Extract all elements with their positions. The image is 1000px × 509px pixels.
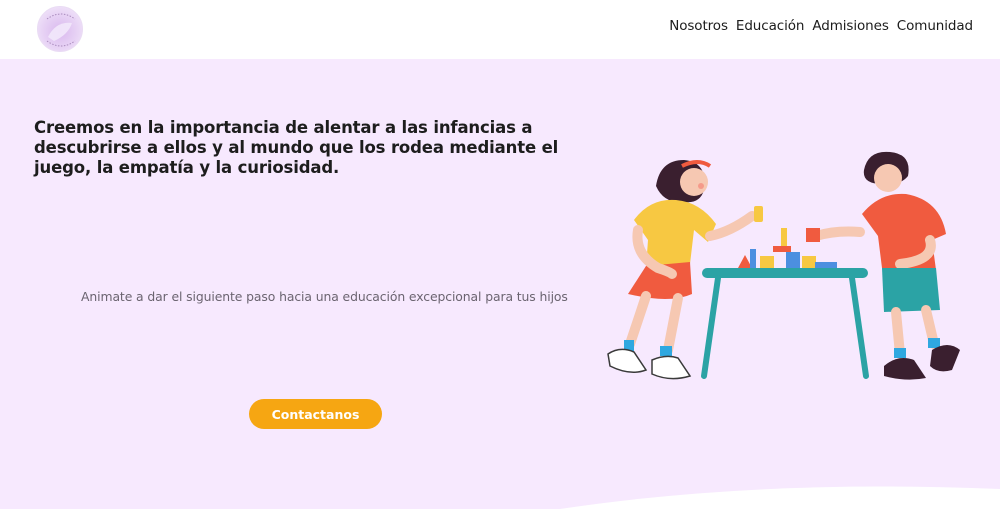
nav-item-admisiones[interactable]: Admisiones xyxy=(812,18,889,34)
hero-section: Creemos en la importancia de alentar a l… xyxy=(0,59,1000,509)
children-playing-blocks-illustration xyxy=(607,151,960,380)
hero-headline: Creemos en la importancia de alentar a l… xyxy=(34,118,559,177)
main-nav: Nosotros Educación Admisiones Comunidad xyxy=(669,18,973,34)
site-header: Nosotros Educación Admisiones Comunidad xyxy=(0,0,1000,59)
nav-item-nosotros[interactable]: Nosotros xyxy=(669,18,728,34)
school-logo-icon[interactable] xyxy=(37,6,83,52)
hero-subtext: Animate a dar el siguiente paso hacia un… xyxy=(81,289,568,304)
contact-button[interactable]: Contactanos xyxy=(249,399,382,429)
bottom-wave-divider xyxy=(560,486,1000,509)
nav-item-educacion[interactable]: Educación xyxy=(736,18,805,34)
nav-item-comunidad[interactable]: Comunidad xyxy=(897,18,973,34)
